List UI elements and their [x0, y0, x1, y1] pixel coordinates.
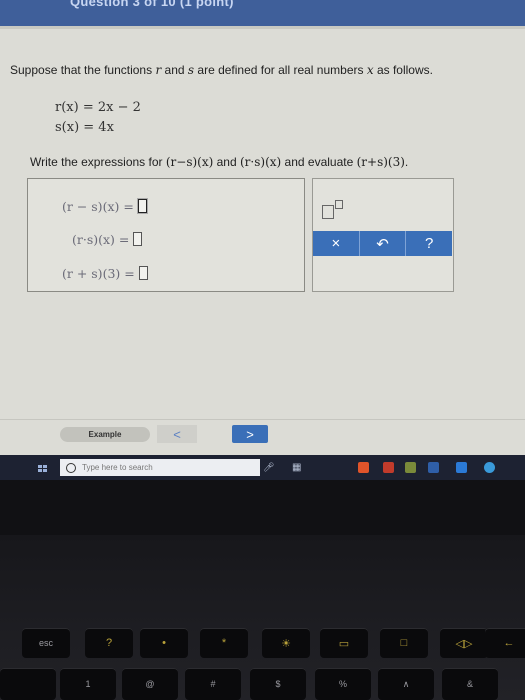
instruction-mid2: and evaluate — [281, 155, 357, 169]
footer-divider — [0, 419, 525, 420]
answer-input-difference[interactable] — [137, 199, 147, 213]
fn-key: ? — [85, 628, 133, 658]
task-view-icon[interactable]: ▦ — [292, 462, 301, 473]
answer-row-sum: (r + s)(3) = — [62, 266, 148, 281]
question-counter: Question 3 of 10 (1 point) — [70, 0, 234, 9]
number-key: ∧ — [378, 668, 434, 700]
taskbar-app-icon[interactable] — [428, 462, 439, 473]
answer-row-difference: (r − s)(x) = — [62, 199, 147, 214]
example-button[interactable]: Example — [60, 427, 150, 442]
answer-input-sum[interactable] — [138, 266, 148, 280]
fn-key: ☀ — [262, 628, 310, 658]
fn-key: esc — [22, 628, 70, 658]
number-key: $ — [250, 668, 306, 700]
undo-button[interactable]: ↶ — [360, 231, 407, 256]
number-key: @ — [122, 668, 178, 700]
fn-key: ◁▷ — [440, 628, 488, 658]
question-text: Suppose that the functions r and s are d… — [10, 63, 433, 77]
answer-label-product: (r·s)(x) = — [72, 232, 130, 247]
windows-start-icon[interactable] — [38, 465, 48, 473]
instruction-expr-difference: (r−s)(x) — [165, 155, 214, 169]
taskbar-app-icon[interactable] — [405, 462, 416, 473]
next-button[interactable]: > — [232, 425, 268, 443]
fn-key: * — [200, 628, 248, 658]
microphone-icon[interactable]: 🎤︎ — [263, 462, 274, 473]
fn-key: □ — [380, 628, 428, 658]
clear-button[interactable]: × — [313, 231, 360, 256]
help-button[interactable]: ? — [406, 231, 452, 256]
fn-key: • — [140, 628, 188, 658]
taskbar-app-icon[interactable] — [484, 462, 495, 473]
instruction-prefix: Write the expressions for — [30, 155, 166, 169]
header-divider — [0, 26, 525, 29]
taskbar-app-icon[interactable] — [383, 462, 394, 473]
number-key — [0, 668, 56, 700]
taskbar-app-icon[interactable] — [358, 462, 369, 473]
taskbar-search-box[interactable]: Type here to search — [60, 459, 260, 476]
exponent-template-button[interactable] — [322, 200, 346, 219]
instruction-mid1: and — [213, 155, 240, 169]
answer-label-sum: (r + s)(3) = — [62, 266, 135, 281]
laptop-bezel — [0, 480, 525, 535]
answer-input-product[interactable] — [133, 232, 143, 246]
number-key: & — [442, 668, 498, 700]
search-placeholder: Type here to search — [82, 463, 153, 472]
fn-key: ← — [485, 628, 525, 658]
function-s-definition: s(x) = 4x — [55, 120, 114, 135]
fn-key: ▭ — [320, 628, 368, 658]
answer-label-difference: (r − s)(x) = — [62, 199, 134, 214]
palette-action-bar: × ↶ ? — [313, 231, 452, 256]
number-key: # — [185, 668, 241, 700]
exponent-base-icon — [322, 205, 334, 219]
answer-row-product: (r·s)(x) = — [72, 232, 143, 247]
function-r-definition: r(x) = 2x − 2 — [55, 100, 141, 115]
taskbar-app-icon[interactable] — [456, 462, 467, 473]
question-prefix: Suppose that the functions — [10, 63, 156, 77]
back-button[interactable]: < — [157, 425, 197, 443]
instruction-text: Write the expressions for (r−s)(x) and (… — [30, 155, 408, 169]
number-key: % — [315, 668, 371, 700]
browser-screen: Question 3 of 10 (1 point) Suppose that … — [0, 0, 525, 455]
question-header-bar: Question 3 of 10 (1 point) — [0, 0, 525, 26]
exponent-power-icon — [335, 200, 343, 209]
question-var-x: x — [366, 63, 374, 77]
instruction-expr-sum: (r+s)(3) — [356, 155, 405, 169]
question-suffix: as follows. — [373, 63, 433, 77]
question-mid1: and — [161, 63, 188, 77]
instruction-expr-product: (r·s)(x) — [240, 155, 282, 169]
cortana-circle-icon — [66, 462, 76, 473]
number-key: 1 — [60, 668, 116, 700]
question-mid2: are defined for all real numbers — [194, 63, 367, 77]
instruction-suffix: . — [404, 155, 409, 169]
